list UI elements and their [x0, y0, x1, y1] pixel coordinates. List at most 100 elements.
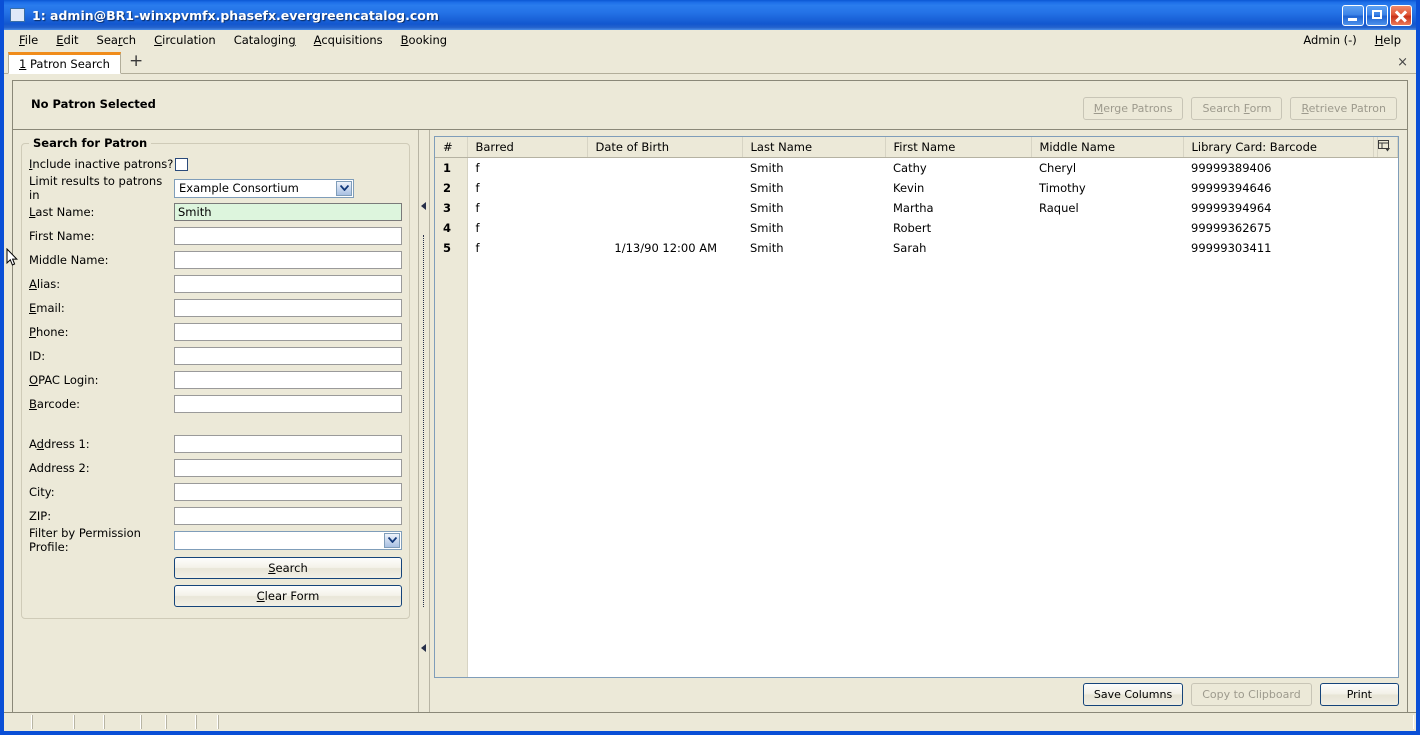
email-label: Email: [29, 301, 65, 315]
table-row[interactable]: 3 f Smith Martha Raquel 99999394964 [435, 198, 1398, 218]
alias-input[interactable] [174, 275, 402, 293]
status-cell-8 [218, 715, 1414, 729]
barcode-input[interactable] [174, 395, 402, 413]
cell-picker-pad [1377, 218, 1398, 238]
minimize-button[interactable] [1342, 4, 1364, 26]
cell-last-name: Smith [742, 178, 885, 198]
id-label: ID: [29, 349, 46, 363]
address-2-input[interactable] [174, 459, 402, 477]
patron-search-panel: No Patron Selected Merge Patrons Search … [12, 80, 1408, 712]
print-button[interactable]: Print [1319, 683, 1399, 706]
permission-profile-select[interactable] [174, 530, 402, 550]
merge-patrons-button[interactable]: Merge Patrons [1082, 97, 1184, 120]
phone-label: Phone: [29, 325, 69, 339]
col-header-first-name[interactable]: First Name [885, 137, 1032, 158]
alias-label: Alias: [29, 277, 61, 291]
cell-number: 2 [435, 178, 468, 198]
cell-barcode: 99999394964 [1183, 198, 1373, 218]
email-input[interactable] [174, 299, 402, 317]
col-header-last-name[interactable]: Last Name [742, 137, 886, 158]
menu-item-file[interactable]: File [10, 31, 47, 49]
col-header-barred[interactable]: Barred [467, 137, 588, 158]
address-1-input[interactable] [174, 435, 402, 453]
status-cell-3 [74, 715, 104, 729]
table-row[interactable]: 1 f Smith Cathy Cheryl 99999389406 [435, 157, 1398, 178]
clear-form-button[interactable]: Clear Form [174, 585, 402, 607]
row-limit-results: Limit results to patrons in Example Cons… [29, 174, 402, 202]
column-picker-icon[interactable] [1377, 137, 1398, 158]
table-row[interactable]: 2 f Smith Kevin Timothy 99999394646 [435, 178, 1398, 198]
close-tab-icon[interactable]: × [1397, 55, 1408, 70]
row-id: ID: [29, 344, 402, 368]
last-name-input[interactable] [174, 203, 402, 221]
search-form-button[interactable]: Search Form [1191, 97, 1283, 120]
maximize-button[interactable] [1366, 4, 1388, 26]
copy-to-clipboard-button[interactable]: Copy to Clipboard [1191, 683, 1312, 706]
menu-item-edit[interactable]: Edit [47, 31, 87, 49]
menu-item-search[interactable]: Search [88, 31, 146, 49]
tab-label: Patron Search [29, 57, 110, 71]
opac-login-input[interactable] [174, 371, 402, 389]
menu-item-acquisitions[interactable]: Acquisitions [305, 31, 392, 49]
menu-item-help[interactable]: Help [1366, 31, 1410, 49]
id-input[interactable] [174, 347, 402, 365]
col-header-number[interactable]: # [435, 137, 468, 158]
status-cell-5 [141, 715, 166, 729]
address-1-label: Address 1: [29, 437, 90, 451]
row-email: Email: [29, 296, 402, 320]
pane-splitter[interactable] [418, 130, 430, 712]
search-button[interactable]: Search [174, 557, 402, 579]
limit-results-select[interactable]: Example Consortium [174, 178, 354, 198]
grid-body: 1 f Smith Cathy Cheryl 99999389406 2 f S… [435, 157, 1398, 258]
first-name-input[interactable] [174, 227, 402, 245]
permission-profile-label: Filter by Permission Profile: [29, 526, 141, 554]
search-group-legend: Search for Patron [33, 136, 148, 150]
split-container: Search for Patron Include inactive patro… [13, 130, 1407, 712]
middle-name-input[interactable] [174, 251, 402, 269]
row-include-inactive: Include inactive patrons? [29, 152, 402, 176]
zip-input[interactable] [174, 507, 402, 525]
menu-item-cataloging[interactable]: Cataloging [225, 31, 305, 49]
cell-barcode: 99999389406 [1183, 157, 1373, 178]
menu-item-admin[interactable]: Admin (-) [1294, 31, 1365, 49]
cell-middle-name [1031, 218, 1183, 238]
tab-patron-search[interactable]: 1 Patron Search [8, 52, 121, 74]
limit-results-value: Example Consortium [179, 181, 299, 195]
new-tab-button[interactable]: + [121, 53, 151, 71]
close-button[interactable] [1390, 4, 1412, 26]
cell-number: 3 [435, 198, 468, 218]
row-middle-name: Middle Name: [29, 248, 402, 272]
col-header-barcode[interactable]: Library Card: Barcode [1183, 137, 1374, 158]
include-inactive-checkbox[interactable] [175, 157, 188, 171]
menu-item-circulation[interactable]: Circulation [145, 31, 225, 49]
splitter-collapse-left-icon[interactable] [420, 202, 428, 210]
table-row[interactable]: 5 f 1/13/90 12:00 AM Smith Sarah 9999930… [435, 238, 1398, 258]
title-bar: 1: admin@BR1-winxpvmfx.phasefx.evergreen… [4, 0, 1416, 30]
cell-dob [587, 178, 742, 198]
splitter-collapse-left-icon-2[interactable] [420, 644, 428, 652]
cell-middle-name: Timothy [1031, 178, 1183, 198]
cell-first-name: Martha [885, 198, 1031, 218]
col-header-middle-name[interactable]: Middle Name [1031, 137, 1184, 158]
cell-barcode: 99999394646 [1183, 178, 1373, 198]
phone-input[interactable] [174, 323, 402, 341]
retrieve-patron-button[interactable]: Retrieve Patron [1290, 97, 1397, 120]
menu-item-booking[interactable]: Booking [392, 31, 456, 49]
content-area: No Patron Selected Merge Patrons Search … [4, 74, 1416, 712]
city-input[interactable] [174, 483, 402, 501]
app-icon [10, 8, 25, 22]
results-pane: # Barred Date of Birth Last Name First N… [430, 130, 1407, 712]
cell-middle-name [1031, 238, 1183, 258]
status-cell-1 [4, 715, 32, 729]
results-grid-container: # Barred Date of Birth Last Name First N… [434, 136, 1399, 678]
row-last-name: Last Name: [29, 200, 402, 224]
table-row[interactable]: 4 f Smith Robert 99999362675 [435, 218, 1398, 238]
status-bar [4, 712, 1416, 731]
row-alias: Alias: [29, 272, 402, 296]
cell-last-name: Smith [742, 157, 885, 178]
save-columns-button[interactable]: Save Columns [1082, 683, 1184, 706]
cell-number: 4 [435, 218, 468, 238]
col-header-dob[interactable]: Date of Birth [587, 137, 743, 158]
application-window: 1: admin@BR1-winxpvmfx.phasefx.evergreen… [0, 0, 1420, 735]
include-inactive-label: Include inactive patrons? [29, 157, 174, 171]
